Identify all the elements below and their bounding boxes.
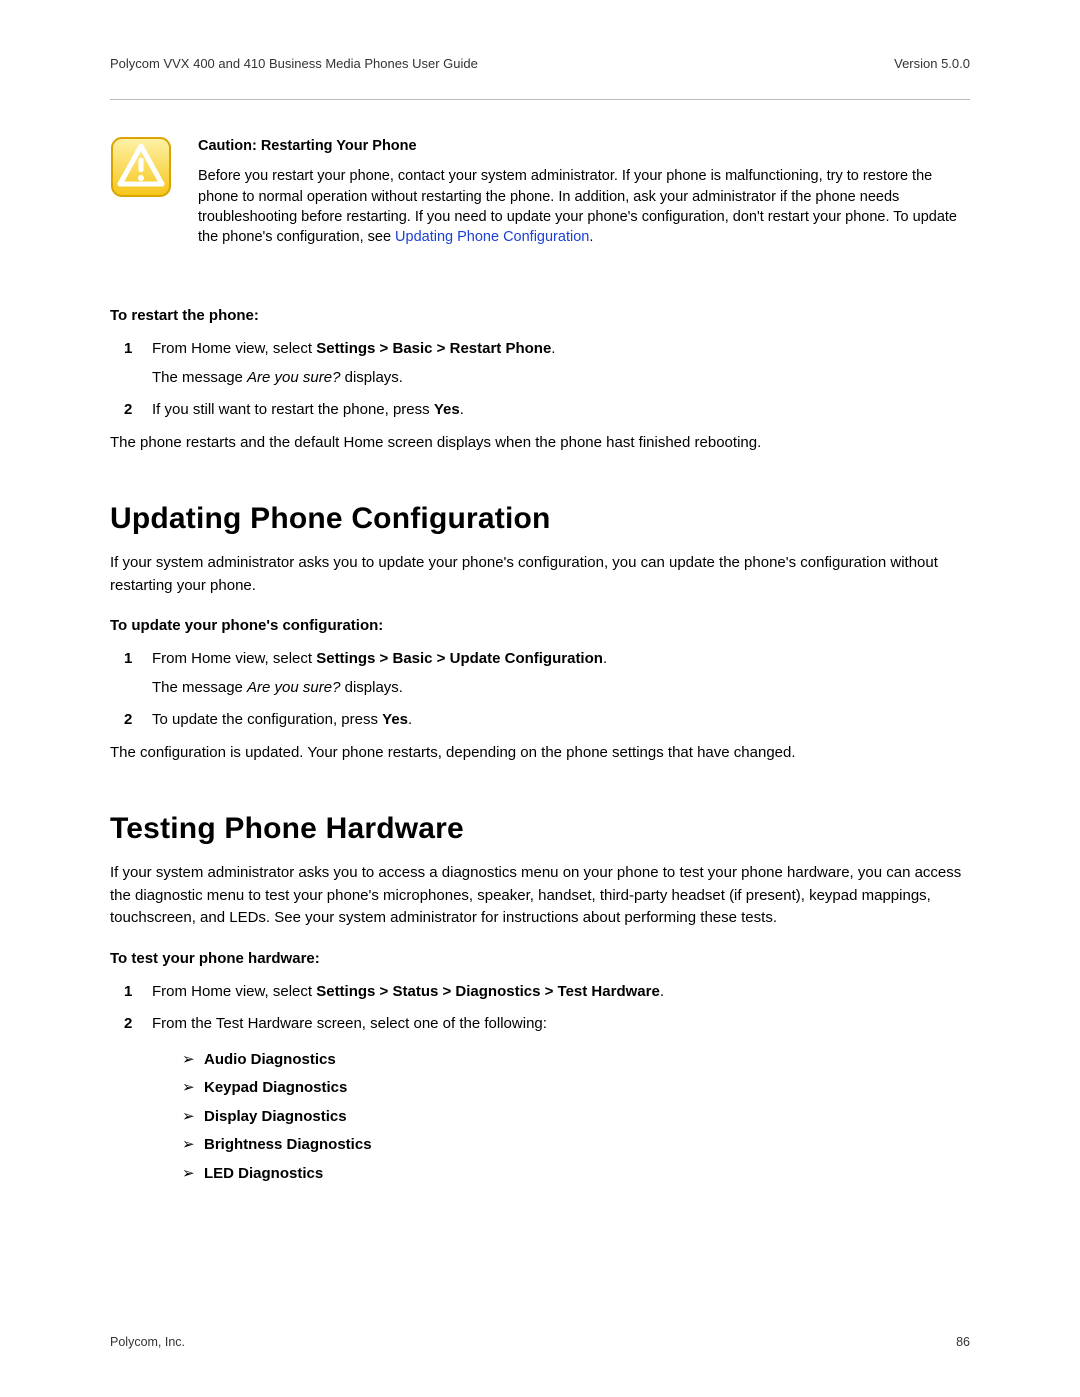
diag-option-audio: ➢ Audio Diagnostics xyxy=(182,1046,970,1075)
footer-company: Polycom, Inc. xyxy=(110,1335,185,1349)
updating-step-1: 1 From Home view, select Settings > Basi… xyxy=(140,648,970,699)
testing-steps: 1 From Home view, select Settings > Stat… xyxy=(110,981,970,1189)
testing-step1-pre: From Home view, select xyxy=(152,983,316,1000)
updating-after: The configuration is updated. Your phone… xyxy=(110,742,970,765)
updating-step2-bold: Yes xyxy=(382,711,408,728)
doc-version: Version 5.0.0 xyxy=(894,56,970,71)
diagnostics-options: ➢ Audio Diagnostics ➢ Keypad Diagnostics ➢… xyxy=(152,1046,970,1189)
diag-keypad-label: Keypad Diagnostics xyxy=(204,1079,347,1096)
restart-step1-post: . xyxy=(551,340,555,357)
step-number: 2 xyxy=(124,709,132,732)
testing-lead: To test your phone hardware: xyxy=(110,950,970,967)
restart-step1-pre: From Home view, select xyxy=(152,340,316,357)
updating-step1-sub-italic: Are you sure? xyxy=(247,679,340,696)
restart-steps: 1 From Home view, select Settings > Basi… xyxy=(110,338,970,422)
testing-intro: If your system administrator asks you to… xyxy=(110,862,970,930)
step-number: 1 xyxy=(124,648,132,671)
restart-step1-sub-pre: The message xyxy=(152,369,247,386)
step-number: 2 xyxy=(124,399,132,422)
restart-lead: To restart the phone: xyxy=(110,307,970,324)
caution-body-post: . xyxy=(589,229,593,245)
updating-step2-post: . xyxy=(408,711,412,728)
diag-option-keypad: ➢ Keypad Diagnostics xyxy=(182,1074,970,1103)
step-number: 1 xyxy=(124,338,132,361)
footer-page-number: 86 xyxy=(956,1335,970,1349)
restart-step1-sub-post: displays. xyxy=(340,369,403,386)
updating-step1-sub-post: displays. xyxy=(340,679,403,696)
restart-step1-bold: Settings > Basic > Restart Phone xyxy=(316,340,551,357)
arrow-icon: ➢ xyxy=(182,1131,195,1160)
updating-step1-post: . xyxy=(603,650,607,667)
restart-after: The phone restarts and the default Home … xyxy=(110,432,970,455)
updating-step1-bold: Settings > Basic > Update Configuration xyxy=(316,650,603,667)
caution-title: Caution: Restarting Your Phone xyxy=(198,136,970,156)
testing-step2-text: From the Test Hardware screen, select on… xyxy=(152,1015,547,1032)
restart-step2-post: . xyxy=(460,401,464,418)
caution-callout: Caution: Restarting Your Phone Before yo… xyxy=(110,136,970,247)
arrow-icon: ➢ xyxy=(182,1074,195,1103)
testing-step-1: 1 From Home view, select Settings > Stat… xyxy=(140,981,970,1004)
page-footer: Polycom, Inc. 86 xyxy=(110,1335,970,1349)
heading-updating: Updating Phone Configuration xyxy=(110,502,970,536)
restart-step-2: 2 If you still want to restart the phone… xyxy=(140,399,970,422)
document-page: Polycom VVX 400 and 410 Business Media P… xyxy=(0,0,1080,1397)
arrow-icon: ➢ xyxy=(182,1160,195,1189)
updating-intro: If your system administrator asks you to… xyxy=(110,552,970,597)
caution-text: Caution: Restarting Your Phone Before yo… xyxy=(198,136,970,247)
updating-steps: 1 From Home view, select Settings > Basi… xyxy=(110,648,970,732)
testing-step1-bold: Settings > Status > Diagnostics > Test H… xyxy=(316,983,660,1000)
diag-display-label: Display Diagnostics xyxy=(204,1108,347,1125)
arrow-icon: ➢ xyxy=(182,1046,195,1075)
step-number: 1 xyxy=(124,981,132,1004)
testing-step1-post: . xyxy=(660,983,664,1000)
updating-step-2: 2 To update the configuration, press Yes… xyxy=(140,709,970,732)
restart-step1-sub-italic: Are you sure? xyxy=(247,369,340,386)
doc-title: Polycom VVX 400 and 410 Business Media P… xyxy=(110,56,478,71)
caution-body: Before you restart your phone, contact y… xyxy=(198,166,970,247)
restart-step2-pre: If you still want to restart the phone, … xyxy=(152,401,434,418)
updating-lead: To update your phone's configuration: xyxy=(110,617,970,634)
updating-step1-sub: The message Are you sure? displays. xyxy=(152,677,970,700)
diag-option-display: ➢ Display Diagnostics xyxy=(182,1103,970,1132)
caution-icon xyxy=(110,136,180,247)
page-header: Polycom VVX 400 and 410 Business Media P… xyxy=(110,56,970,100)
updating-step1-pre: From Home view, select xyxy=(152,650,316,667)
restart-step2-bold: Yes xyxy=(434,401,460,418)
diag-option-led: ➢ LED Diagnostics xyxy=(182,1160,970,1189)
heading-testing: Testing Phone Hardware xyxy=(110,812,970,846)
restart-step1-sub: The message Are you sure? displays. xyxy=(152,367,970,390)
restart-step-1: 1 From Home view, select Settings > Basi… xyxy=(140,338,970,389)
arrow-icon: ➢ xyxy=(182,1103,195,1132)
link-updating-phone-config[interactable]: Updating Phone Configuration xyxy=(395,229,589,245)
diag-audio-label: Audio Diagnostics xyxy=(204,1051,336,1068)
diag-brightness-label: Brightness Diagnostics xyxy=(204,1136,372,1153)
testing-step-2: 2 From the Test Hardware screen, select … xyxy=(140,1013,970,1188)
updating-step1-sub-pre: The message xyxy=(152,679,247,696)
updating-step2-pre: To update the configuration, press xyxy=(152,711,382,728)
diag-option-brightness: ➢ Brightness Diagnostics xyxy=(182,1131,970,1160)
diag-led-label: LED Diagnostics xyxy=(204,1165,323,1182)
step-number: 2 xyxy=(124,1013,132,1036)
